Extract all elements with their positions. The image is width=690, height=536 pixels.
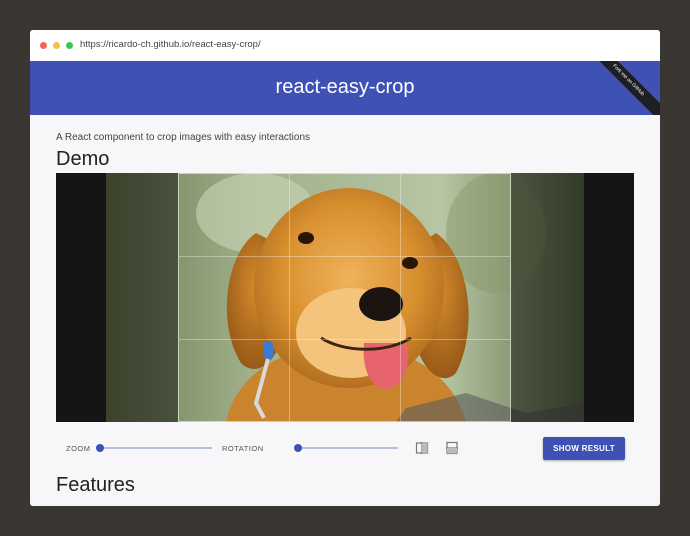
cropper-area[interactable] — [56, 173, 634, 422]
app-title: react-easy-crop — [275, 76, 415, 98]
app-header: react-easy-crop Fork me on GitHub — [30, 61, 660, 115]
grid-line — [179, 256, 510, 258]
minimize-window-dot[interactable] — [53, 42, 60, 49]
grid-line — [399, 174, 401, 421]
zoom-label: ZOOM — [66, 444, 91, 453]
crop-frame[interactable] — [178, 173, 511, 422]
flip-vertical-icon[interactable] — [445, 441, 459, 455]
browser-window: https://ricardo-ch.github.io/react-easy-… — [30, 30, 660, 506]
zoom-slider[interactable] — [96, 444, 212, 452]
close-window-dot[interactable] — [40, 42, 47, 49]
show-result-button[interactable]: SHOW RESULT — [543, 437, 625, 460]
browser-titlebar: https://ricardo-ch.github.io/react-easy-… — [30, 30, 660, 61]
crop-overlay-right — [511, 173, 584, 422]
crop-controls: ZOOM ROTATION SHOW RESULT — [56, 434, 634, 464]
rotation-label: ROTATION — [222, 444, 264, 453]
demo-heading: Demo — [56, 148, 110, 170]
crop-overlay-left — [106, 173, 178, 422]
rotation-slider-thumb[interactable] — [294, 444, 302, 452]
zoom-slider-thumb[interactable] — [96, 444, 104, 452]
maximize-window-dot[interactable] — [66, 42, 73, 49]
features-heading: Features — [56, 474, 135, 496]
address-bar-url[interactable]: https://ricardo-ch.github.io/react-easy-… — [80, 39, 261, 50]
grid-line — [289, 174, 291, 421]
page-subtitle: A React component to crop images with ea… — [56, 132, 311, 143]
rotation-slider[interactable] — [294, 444, 398, 452]
flip-horizontal-icon[interactable] — [415, 441, 429, 455]
grid-line — [179, 338, 510, 340]
